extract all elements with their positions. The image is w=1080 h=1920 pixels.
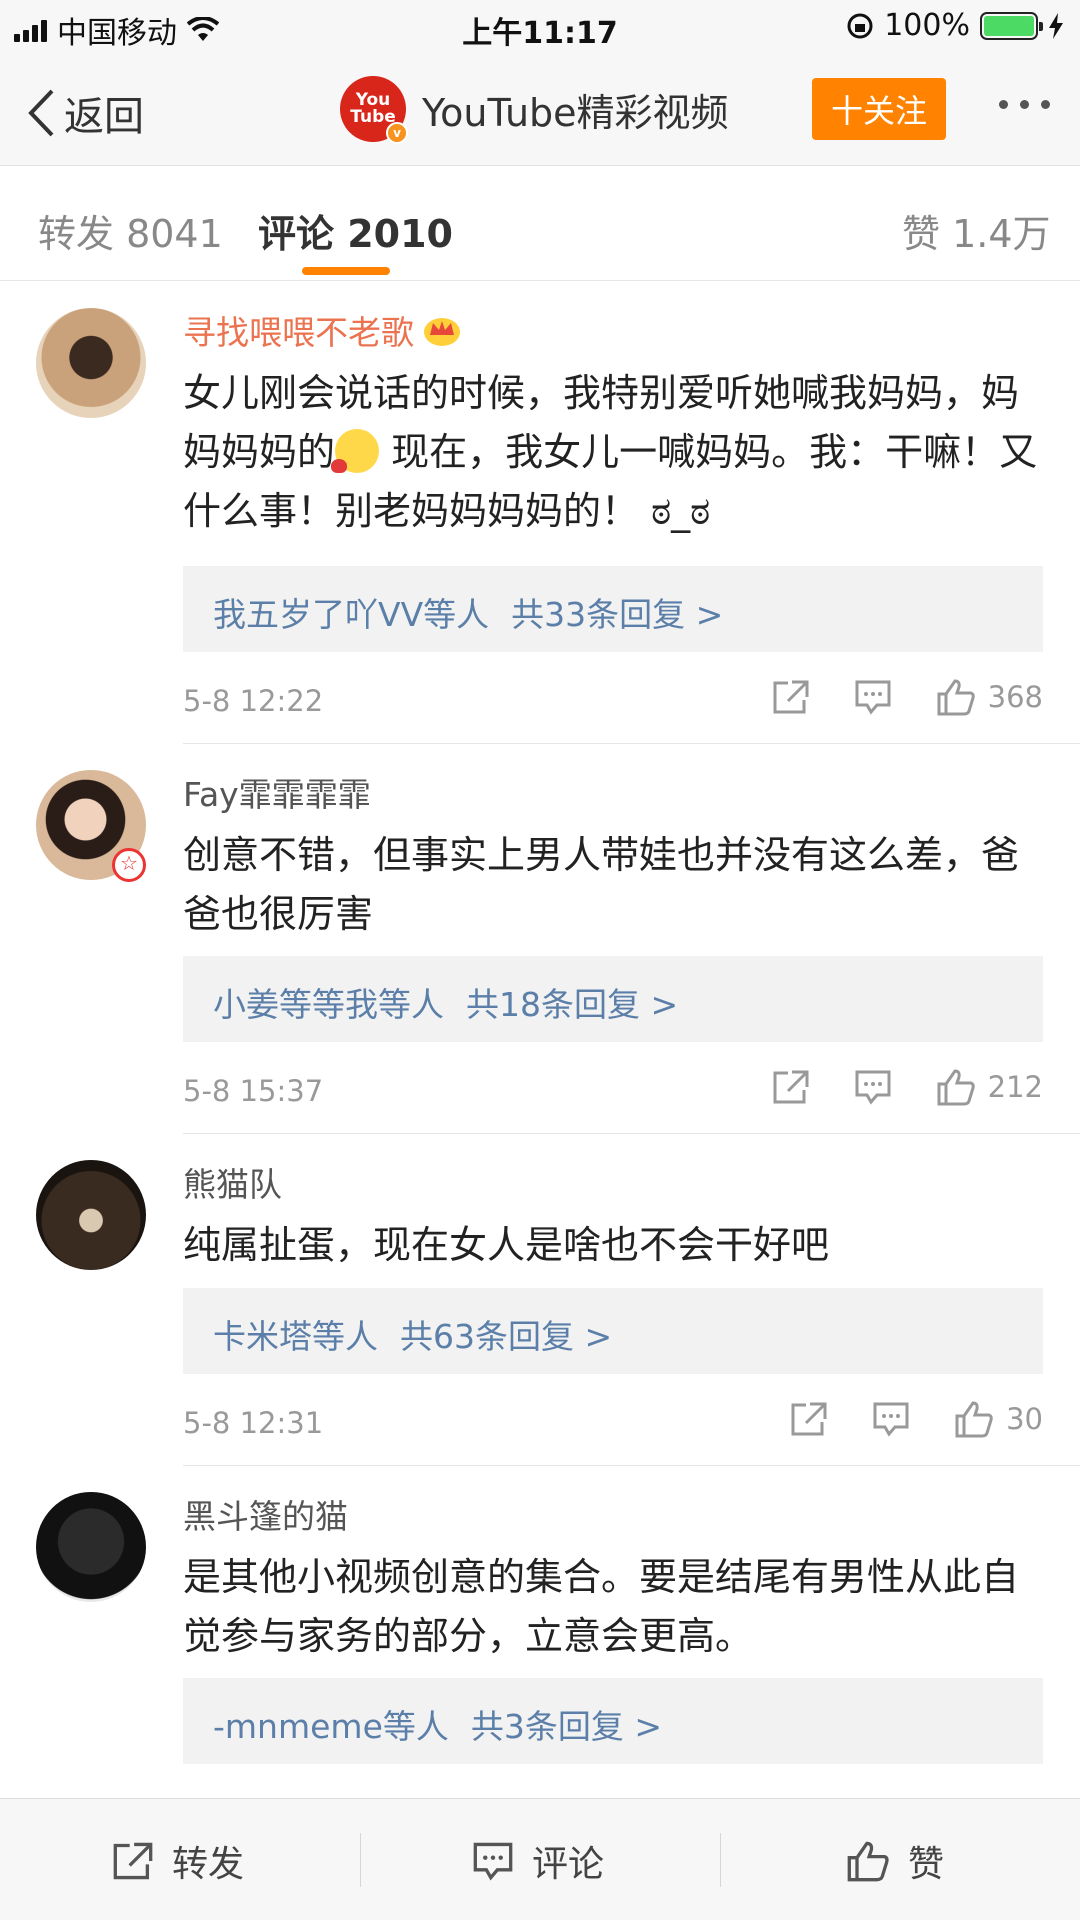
like-count: 212 — [987, 1070, 1043, 1104]
back-chevron-icon — [28, 89, 54, 137]
reply-count: 共18条回复 > — [466, 985, 679, 1024]
back-button[interactable]: 返回 — [26, 84, 144, 142]
battery-icon — [980, 11, 1043, 40]
thumbs-up-icon — [847, 1841, 889, 1882]
logo-text-bottom: Tube — [350, 107, 396, 127]
share-button[interactable] — [790, 1401, 828, 1437]
reply-users: 我五岁了吖VV等人 — [213, 595, 490, 634]
comment-time: 5-8 12:31 — [183, 1406, 324, 1440]
toolbar-divider — [720, 1833, 721, 1887]
comment-author-name: 寻找喂喂不老歌 — [183, 313, 414, 352]
reply-summary[interactable]: 我五岁了吖VV等人 共33条回复 > — [183, 566, 1043, 652]
comment-text: 是其他小视频创意的集合。要是结尾有男性从此自觉参与家务的部分，立意会更高。 — [183, 1555, 1020, 1658]
comment-time: 5-8 12:22 — [183, 684, 324, 718]
reply-button[interactable] — [854, 1069, 892, 1105]
comment-author-name: Fay霏霏霏霏 — [183, 775, 371, 814]
avatar[interactable] — [36, 1492, 146, 1602]
like-button[interactable]: 30 — [954, 1400, 1043, 1438]
tab-comments[interactable]: 评论 2010 — [258, 203, 453, 258]
comment-item: 熊猫队 纯属扯蛋，现在女人是啥也不会干好吧 卡米塔等人 共63条回复 > 5-8 … — [0, 1134, 1080, 1464]
comment-author-name: 熊猫队 — [183, 1165, 282, 1204]
thumbs-up-icon — [955, 1401, 993, 1438]
vip-crown-icon — [424, 318, 460, 346]
like-label: 赞 — [908, 1844, 945, 1885]
comment-item: Fay霏霏霏霏 创意不错，但事实上男人带娃也并没有这么差，爸爸也很厉害 小姜等等… — [0, 744, 1080, 1132]
share-button[interactable] — [772, 679, 810, 715]
rotation-lock-icon — [847, 13, 873, 38]
share-icon — [773, 680, 809, 714]
more-icon[interactable] — [999, 100, 1050, 109]
reply-button[interactable] — [854, 679, 892, 715]
reply-count: 共63条回复 > — [400, 1317, 613, 1356]
share-button[interactable] — [772, 1069, 810, 1105]
comment-author-name: 黑斗篷的猫 — [183, 1497, 348, 1536]
toolbar-divider — [360, 1833, 361, 1887]
comment-label: 评论 — [532, 1844, 605, 1885]
comment-icon — [855, 1070, 891, 1105]
avatar[interactable] — [36, 1160, 146, 1270]
account-name: YouTube精彩视频 — [422, 90, 729, 135]
repost-button[interactable]: 转发 — [112, 1835, 244, 1887]
comment-item: 黑斗篷的猫 是其他小视频创意的集合。要是结尾有男性从此自觉参与家务的部分，立意会… — [0, 1466, 1080, 1798]
battery-percent: 100% — [884, 8, 970, 43]
back-label: 返回 — [64, 94, 144, 140]
comment-item: 寻找喂喂不老歌 女儿刚会说话的时候，我特别爱听她喊我妈妈，妈妈妈妈的 现在，我女… — [0, 282, 1080, 742]
like-count: 368 — [987, 680, 1043, 714]
share-icon — [113, 1842, 153, 1880]
comment-author[interactable]: Fay霏霏霏霏 — [183, 768, 371, 816]
repost-label: 转发 — [172, 1844, 245, 1885]
share-icon — [773, 1070, 809, 1104]
like-button[interactable]: 212 — [936, 1068, 1043, 1106]
comment-time: 5-8 15:37 — [183, 1074, 324, 1108]
comment-meta: 5-8 12:22 368 — [183, 678, 1043, 722]
youtube-logo: You Tube v — [340, 76, 408, 144]
status-bar: 中国移动 上午11:17 100% — [0, 0, 1080, 56]
charging-icon — [1049, 12, 1063, 39]
like-button[interactable]: 368 — [936, 678, 1043, 716]
follow-button[interactable]: 十关注 — [812, 78, 946, 140]
reply-count: 共3条回复 > — [470, 1707, 663, 1746]
comment-icon — [873, 1402, 909, 1437]
comment-button[interactable]: 评论 — [472, 1835, 604, 1887]
comment-author[interactable]: 熊猫队 — [183, 1158, 282, 1206]
reply-summary[interactable]: 卡米塔等人 共63条回复 > — [183, 1288, 1043, 1374]
share-icon — [791, 1402, 827, 1436]
thumbs-up-icon — [937, 1069, 975, 1106]
active-tab-indicator — [302, 267, 390, 275]
heart-face-emoji-icon — [331, 429, 380, 473]
tab-bar: 转发 8041 评论 2010 赞 1.4万 — [0, 167, 1080, 281]
comment-icon — [473, 1842, 513, 1881]
reply-users: -mnmeme等人 — [213, 1707, 449, 1746]
comment-meta: 5-8 12:31 30 — [183, 1400, 1043, 1444]
tab-likes[interactable]: 赞 1.4万 — [902, 203, 1051, 258]
reply-summary[interactable]: -mnmeme等人 共3条回复 > — [183, 1678, 1043, 1764]
reply-button[interactable] — [872, 1401, 910, 1437]
thumbs-up-icon — [937, 679, 975, 716]
comment-text: 女儿刚会说话的时候，我特别爱听她喊我妈妈，妈妈妈妈的 现在，我女儿一喊妈妈。我：… — [183, 364, 1053, 541]
like-count: 30 — [1006, 1402, 1043, 1436]
avatar[interactable] — [36, 308, 146, 418]
verified-badge-icon: v — [386, 122, 408, 144]
reply-users: 小姜等等我等人 — [213, 985, 444, 1024]
reply-count: 共33条回复 > — [511, 595, 724, 634]
weibo-comments-page: 中国移动 上午11:17 100% 返回 You Tube v YouTube精… — [0, 0, 1080, 1920]
comment-author[interactable]: 寻找喂喂不老歌 — [183, 306, 462, 354]
verified-badge-icon — [112, 848, 146, 882]
comment-text: 纯属扯蛋，现在女人是啥也不会干好吧 — [183, 1223, 830, 1267]
tab-repost[interactable]: 转发 8041 — [38, 203, 223, 258]
reply-summary[interactable]: 小姜等等我等人 共18条回复 > — [183, 956, 1043, 1042]
like-post-button[interactable]: 赞 — [846, 1835, 944, 1887]
comment-author[interactable]: 黑斗篷的猫 — [183, 1490, 348, 1538]
comment-icon — [855, 680, 891, 715]
account-title[interactable]: You Tube v YouTube精彩视频 — [340, 76, 729, 144]
comment-meta: 5-8 15:37 212 — [183, 1068, 1043, 1112]
bottom-toolbar: 转发 评论 赞 — [0, 1798, 1080, 1920]
nav-bar: 返回 You Tube v YouTube精彩视频 十关注 — [0, 56, 1080, 166]
comment-text: 创意不错，但事实上男人带娃也并没有这么差，爸爸也很厉害 — [183, 833, 1020, 936]
reply-users: 卡米塔等人 — [213, 1317, 378, 1356]
